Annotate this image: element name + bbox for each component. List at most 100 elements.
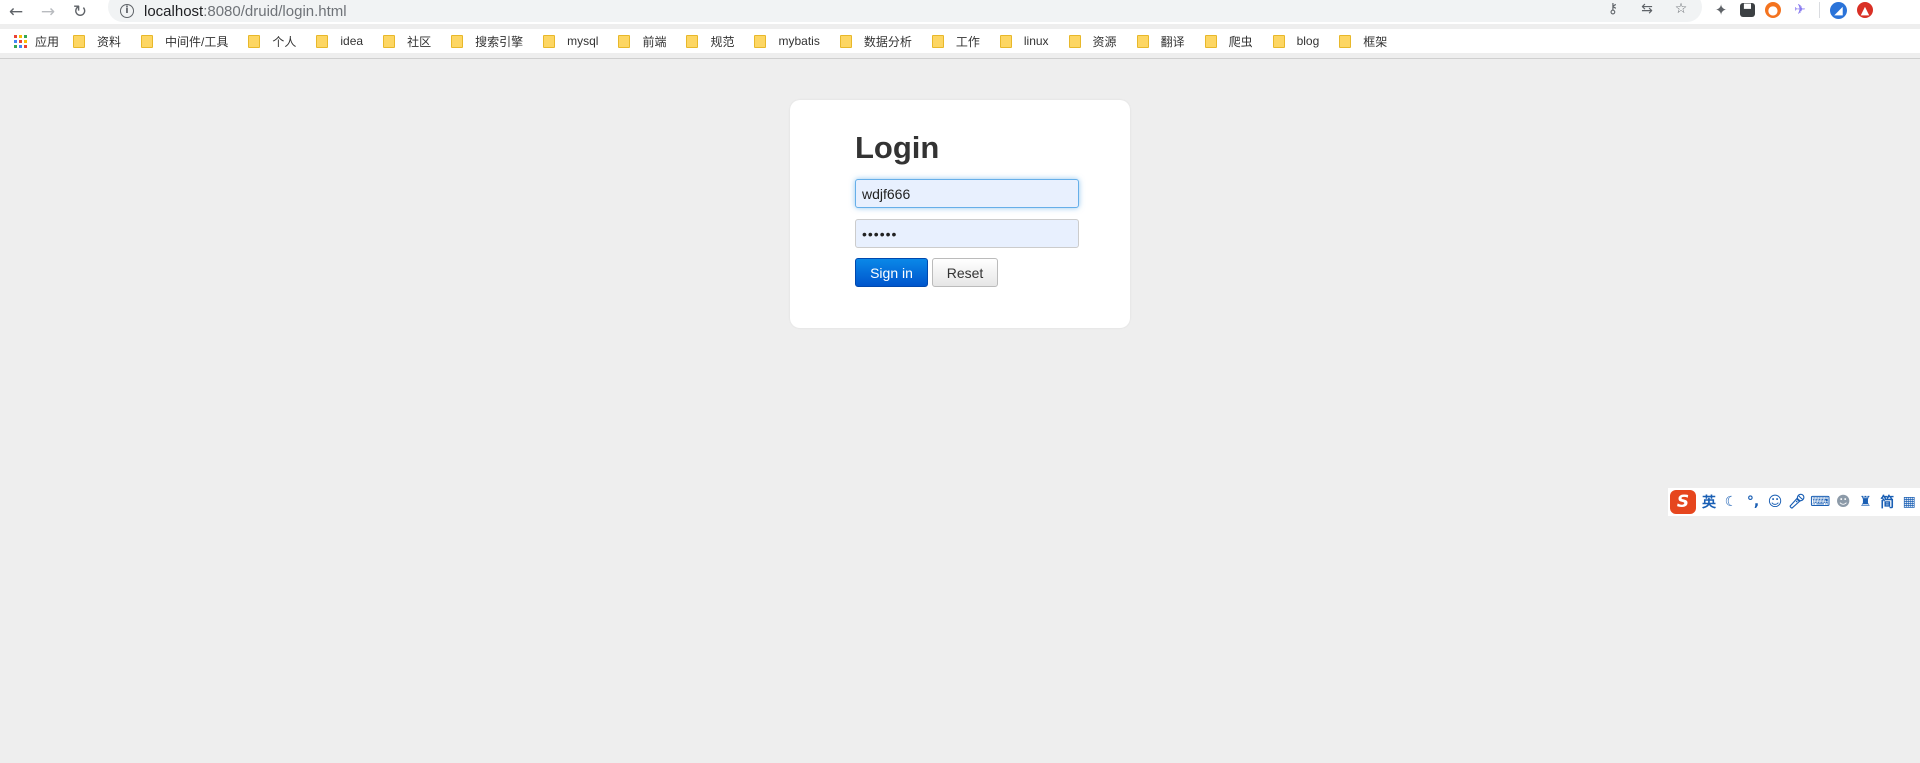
keyboard-icon[interactable]: ⌨ — [1810, 491, 1830, 513]
folder-icon — [686, 34, 699, 48]
bookmark-folder[interactable]: 资料 — [73, 33, 121, 50]
address-bar[interactable]: i localhost:8080/druid/login.html ⚷ ⇆ ☆ — [108, 0, 1702, 22]
bookmark-folder[interactable]: 规范 — [686, 33, 734, 50]
bookmark-label: 中间件/工具 — [165, 34, 229, 49]
folder-icon — [383, 34, 396, 48]
compass-icon[interactable]: ◢ — [1830, 1, 1847, 19]
folder-icon — [754, 34, 767, 48]
puzzle-icon[interactable]: ✦ — [1712, 1, 1730, 19]
folder-icon — [73, 34, 86, 48]
bookmark-label: 资源 — [1092, 34, 1117, 49]
login-card: Login Sign in Reset — [790, 100, 1130, 328]
sogou-logo-icon[interactable]: S — [1670, 490, 1696, 514]
bookmark-label: 资料 — [97, 34, 122, 49]
forward-button[interactable]: → — [32, 0, 64, 24]
folder-icon — [451, 34, 464, 48]
bookmark-label: 个人 — [272, 34, 297, 49]
extensions-divider — [1819, 2, 1820, 18]
bookmark-label: 数据分析 — [863, 34, 912, 49]
bookmark-label: 前端 — [642, 34, 667, 49]
folder-icon — [543, 34, 556, 48]
translate-icon[interactable]: ⇆ — [1638, 0, 1656, 18]
user-icon[interactable]: ☻ — [1834, 491, 1852, 513]
folder-icon — [248, 34, 261, 48]
bookmark-folder[interactable]: 社区 — [383, 33, 431, 50]
bookmark-apps-label: 应用 — [35, 34, 60, 49]
folder-icon — [931, 34, 944, 48]
reset-button[interactable]: Reset — [932, 258, 998, 287]
star-icon[interactable]: ☆ — [1672, 0, 1690, 18]
folder-icon — [1204, 34, 1217, 48]
username-input[interactable] — [855, 179, 1079, 208]
ime-toolbar: S 英 ☾ °, ☺ 🎤︎ ⌨ ☻ ♜ 简 ▦ — [1668, 488, 1920, 516]
bookmark-label: 框架 — [1363, 34, 1388, 49]
reload-icon: ↻ — [72, 2, 88, 22]
bookmark-folder[interactable]: 翻译 — [1136, 33, 1185, 50]
folder-icon — [1068, 34, 1081, 48]
bookmark-label: 爬虫 — [1228, 34, 1253, 49]
grid-menu-icon[interactable]: ▦ — [1900, 491, 1918, 513]
bookmark-folder[interactable]: 框架 — [1339, 33, 1387, 50]
bookmark-label: blog — [1296, 34, 1320, 48]
password-input[interactable] — [855, 219, 1079, 248]
info-icon[interactable]: i — [120, 4, 134, 18]
reload-button[interactable]: ↻ — [64, 0, 96, 24]
folder-icon — [316, 34, 329, 48]
bookmark-folder[interactable]: idea — [316, 34, 363, 48]
folder-icon — [839, 34, 852, 48]
folder-icon — [1272, 34, 1285, 48]
bookmark-folder[interactable]: 中间件/工具 — [141, 33, 228, 50]
bookmark-folder[interactable]: mysql — [543, 34, 598, 48]
bookmark-folder[interactable]: 数据分析 — [839, 33, 912, 50]
ime-mode-toggle[interactable]: 英 — [1700, 491, 1718, 513]
bookmark-label: 搜索引擎 — [475, 34, 524, 49]
bookmark-folder[interactable]: 爬虫 — [1204, 33, 1253, 50]
bookmark-label: 规范 — [710, 34, 735, 49]
bookmark-folder[interactable]: blog — [1272, 34, 1320, 48]
bookmark-folder[interactable]: 工作 — [931, 33, 980, 50]
punctuation-icon[interactable]: °, — [1744, 491, 1762, 513]
arrow-right-icon: → — [40, 2, 56, 22]
key-icon[interactable]: ⚷ — [1604, 0, 1622, 18]
bookmark-label: idea — [340, 34, 364, 48]
bookmark-label: 工作 — [955, 34, 980, 49]
folder-icon — [1136, 34, 1149, 48]
login-title: Login — [855, 130, 940, 165]
emoji-icon[interactable]: ☺ — [1766, 491, 1784, 513]
extension-dark-icon[interactable]: ▀ — [1740, 3, 1755, 17]
microphone-icon[interactable]: 🎤︎ — [1788, 491, 1806, 513]
bookmark-label: 社区 — [407, 34, 432, 49]
toolbar-divider — [0, 58, 1920, 59]
folder-icon — [999, 34, 1012, 48]
ime-simplified-toggle[interactable]: 简 — [1878, 491, 1896, 513]
bookmark-folder[interactable]: mybatis — [754, 34, 820, 48]
browser-toolbar: ← → ↻ i localhost:8080/druid/login.html … — [0, 0, 1920, 24]
back-button[interactable]: ← — [0, 0, 32, 24]
extension-orange-icon[interactable]: ● — [1765, 2, 1781, 18]
url-host: localhost — [144, 2, 204, 20]
bookmark-folder[interactable]: 个人 — [248, 33, 296, 50]
bookmark-label: 翻译 — [1160, 34, 1185, 49]
url-text[interactable]: localhost:8080/druid/login.html — [144, 3, 347, 20]
sign-in-button[interactable]: Sign in — [855, 258, 928, 287]
arrow-left-icon: ← — [8, 2, 24, 22]
moon-icon[interactable]: ☾ — [1722, 491, 1740, 513]
shirt-icon[interactable]: ♜ — [1856, 491, 1874, 513]
apps-grid-icon — [14, 34, 27, 48]
bookmark-apps[interactable]: 应用 — [14, 33, 59, 50]
extensions-area: ✦ ▀ ● ✈ ◢ ▲ — [1712, 0, 1873, 20]
bookmark-folder[interactable]: 前端 — [618, 33, 666, 50]
bookmark-label: linux — [1023, 34, 1049, 48]
extension-red-icon[interactable]: ▲ — [1857, 2, 1873, 18]
bookmark-folder[interactable]: linux — [999, 34, 1049, 48]
extension-bird-icon[interactable]: ✈ — [1791, 1, 1809, 19]
url-path: :8080/druid/login.html — [203, 2, 347, 20]
bookmark-folder[interactable]: 搜索引擎 — [451, 33, 523, 50]
folder-icon — [1339, 34, 1352, 48]
bookmark-folder[interactable]: 资源 — [1068, 33, 1117, 50]
bookmarks-bar: 应用 资料 中间件/工具 个人 idea 社区 搜索引擎 mysql 前端 规范… — [0, 29, 1920, 53]
bookmark-label: mybatis — [778, 34, 820, 48]
folder-icon — [618, 34, 631, 48]
bookmark-label: mysql — [567, 34, 599, 48]
folder-icon — [141, 34, 154, 48]
